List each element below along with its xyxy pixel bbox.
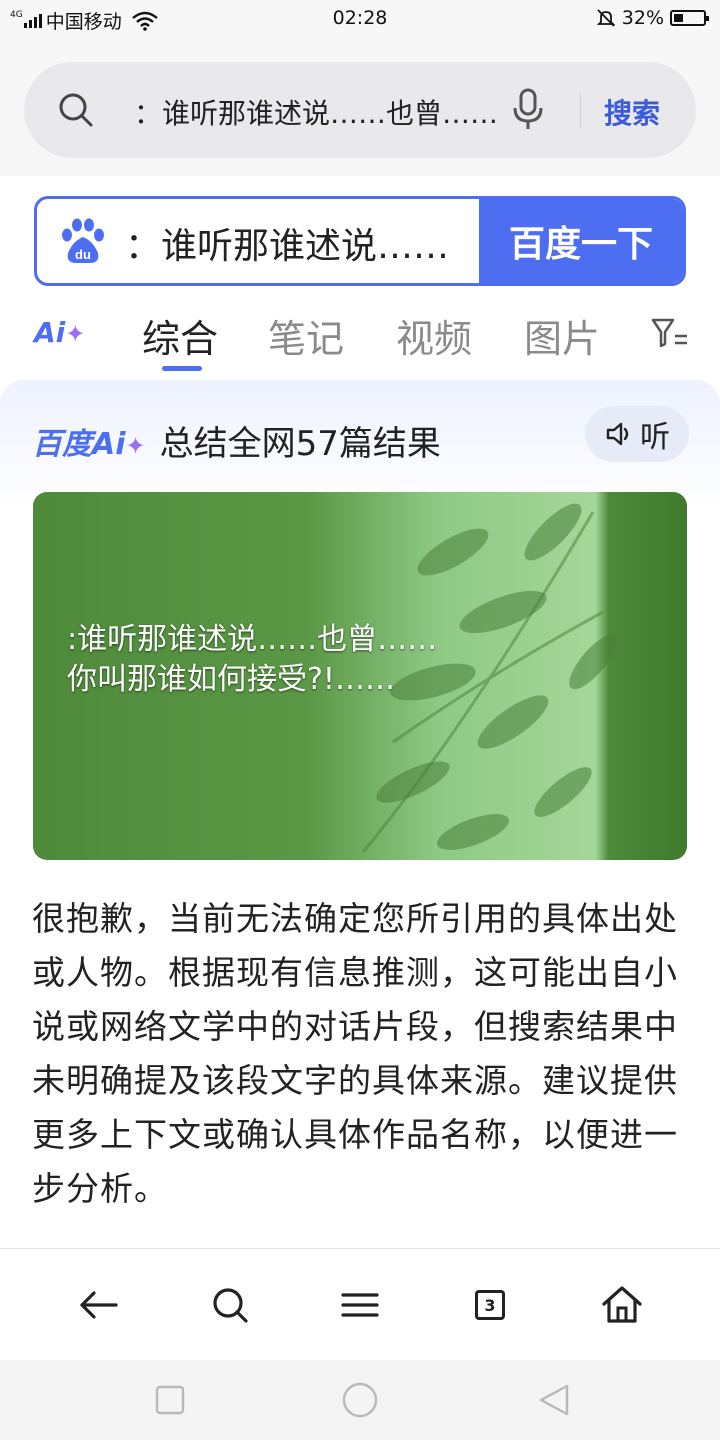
ai-brand-label: 百度Ai [32,426,126,462]
system-nav-bar [0,1360,720,1440]
microphone-icon[interactable] [510,86,546,134]
divider [580,94,581,128]
tab-images[interactable]: 图片 [524,308,600,363]
battery-percent: 32% [621,7,664,29]
battery-icon [670,10,709,26]
image-caption: :谁听那谁述说……也曾……你叫那谁如何接受?!…… [67,622,438,697]
browser-search-query[interactable]: ：谁听那谁述说……也曾…… [134,92,498,132]
tab-ai-label: Ai [34,316,66,349]
speaker-icon [606,422,629,446]
listen-button[interactable]: 听 [585,406,689,462]
triangle-back-icon [539,1384,569,1416]
mute-bell-icon [596,9,615,27]
search-icon [213,1288,248,1323]
recents-button[interactable] [150,1380,190,1420]
home-button[interactable] [598,1281,646,1329]
browser-top-bar: ：谁听那谁述说……也曾…… 搜索 [0,40,720,176]
back-button[interactable] [74,1281,122,1329]
home-nav-button[interactable] [340,1380,380,1420]
back-nav-button[interactable] [534,1380,574,1420]
listen-label: 听 [640,421,670,454]
baidu-paw-icon: du [62,218,104,263]
ai-summary-card: 百度Ai✦ 总结全网57篇结果 听:谁听那谁述说……也曾……你叫那谁如何接受?… [0,380,720,1248]
ai-brand-logo: 百度Ai✦ [32,419,146,463]
arrow-left-icon [80,1291,118,1319]
ai-summary-title: 总结全网57篇结果 [159,424,441,464]
ai-answer-text: 很抱歉，当前无法确定您所引用的具体出处或人物。根据现有信息推测，这可能出自小说或… [32,899,678,1208]
menu-button[interactable] [336,1281,384,1329]
browser-search-field[interactable]: ：谁听那谁述说……也曾…… 搜索 [24,62,696,158]
baidu-query[interactable]: ：谁听那谁述说…… [125,217,449,269]
square-icon [155,1385,185,1415]
baidu-logo-text: du [75,247,91,262]
tab-ai[interactable]: Ai✦ [34,316,85,349]
home-icon [602,1286,642,1323]
search-button[interactable]: 搜索 [604,92,660,132]
circle-icon [342,1382,378,1418]
tab-comprehensive[interactable]: 综合 [142,308,218,363]
tab-count: 3 [475,1290,505,1320]
active-tab-indicator [162,366,202,371]
search-toolbar-button[interactable] [206,1281,254,1329]
sparkle-icon: ✦ [125,431,146,460]
ai-result-image[interactable]: :谁听那谁述说……也曾……你叫那谁如何接受?!…… [33,492,687,860]
tab-notes[interactable]: 笔记 [268,308,344,363]
baidu-search-box[interactable]: du ：谁听那谁述说…… 百度一下 [34,196,686,286]
baidu-submit-button[interactable]: 百度一下 [479,199,683,283]
sparkle-icon: ✦ [65,320,86,348]
browser-toolbar: 3 [0,1248,720,1361]
search-icon [59,93,93,127]
filter-icon[interactable] [650,316,690,352]
menu-icon [341,1293,379,1317]
result-tabs: Ai✦ 综合 笔记 视频 图片 [0,300,720,376]
tabs-button[interactable]: 3 [466,1281,514,1329]
status-bar: 4G 中国移动 02:28 32% [0,0,720,40]
tab-videos[interactable]: 视频 [396,308,472,363]
